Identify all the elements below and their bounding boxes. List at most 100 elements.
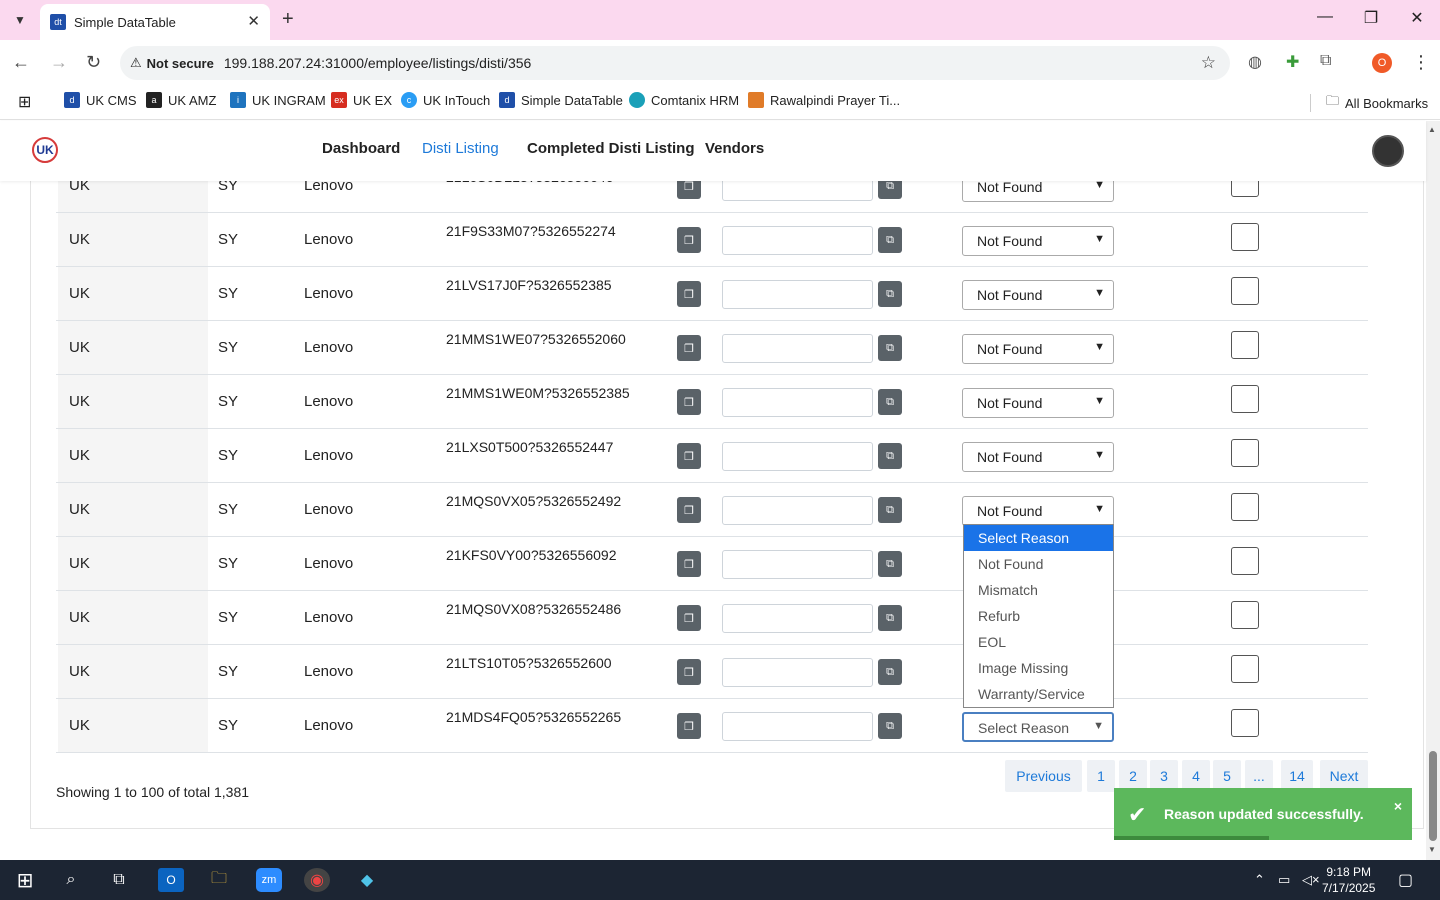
browser-tab[interactable]: dt Simple DataTable ✕ bbox=[40, 4, 270, 40]
browser-menu-icon[interactable]: ⋮ bbox=[1412, 52, 1430, 73]
windows-start-icon[interactable]: ⊞ bbox=[12, 868, 38, 892]
reload-icon[interactable]: ↻ bbox=[86, 52, 101, 73]
new-tab-icon[interactable]: + bbox=[282, 8, 294, 31]
value-input[interactable] bbox=[722, 334, 873, 363]
bookmark-comtanix-hrm[interactable]: Comtanix HRM bbox=[629, 92, 739, 108]
file-explorer-icon[interactable]: 🗀 bbox=[206, 868, 232, 892]
row-checkbox[interactable] bbox=[1231, 709, 1259, 737]
bookmark-uk-amz[interactable]: a UK AMZ bbox=[146, 92, 216, 108]
paste-icon[interactable]: ⧉ bbox=[878, 443, 902, 469]
dropdown-option[interactable]: Refurb bbox=[964, 603, 1113, 629]
value-input[interactable] bbox=[722, 442, 873, 471]
value-input[interactable] bbox=[722, 658, 873, 687]
row-checkbox[interactable] bbox=[1231, 601, 1259, 629]
value-input[interactable] bbox=[722, 280, 873, 309]
page-scrollbar[interactable]: ▲ ▼ bbox=[1426, 121, 1440, 860]
nav-dashboard[interactable]: Dashboard bbox=[322, 140, 400, 157]
restore-icon[interactable]: ❐ bbox=[1356, 8, 1386, 28]
profile-avatar[interactable]: O bbox=[1372, 53, 1392, 73]
bookmark-uk-ingram[interactable]: i UK INGRAM bbox=[230, 92, 326, 108]
copy-sku-icon[interactable]: ❐ bbox=[677, 281, 701, 307]
row-checkbox[interactable] bbox=[1231, 223, 1259, 251]
user-avatar[interactable] bbox=[1372, 135, 1404, 167]
dropdown-option[interactable]: Warranty/Service bbox=[964, 681, 1113, 707]
minimize-icon[interactable]: — bbox=[1310, 8, 1340, 26]
paste-icon[interactable]: ⧉ bbox=[878, 335, 902, 361]
scrollbar-thumb[interactable] bbox=[1429, 751, 1437, 841]
paste-icon[interactable]: ⧉ bbox=[878, 389, 902, 415]
pagination-page-1[interactable]: 1 bbox=[1087, 760, 1115, 792]
reason-select[interactable]: Not Found ▼ bbox=[962, 496, 1114, 526]
scroll-down-icon[interactable]: ▼ bbox=[1428, 845, 1436, 854]
reason-select[interactable]: Not Found ▼ bbox=[962, 280, 1114, 310]
bookmark-uk-ex[interactable]: ex UK EX bbox=[331, 92, 392, 108]
bookmark-uk-intouch[interactable]: c UK InTouch bbox=[401, 92, 490, 108]
bookmark-uk-cms[interactable]: d UK CMS bbox=[64, 92, 137, 108]
row-checkbox[interactable] bbox=[1231, 493, 1259, 521]
back-icon[interactable]: ← bbox=[12, 52, 30, 73]
bookmark-star-icon[interactable]: ☆ bbox=[1201, 53, 1216, 73]
dropdown-option[interactable]: Mismatch bbox=[964, 577, 1113, 603]
copy-sku-icon[interactable]: ❐ bbox=[677, 713, 701, 739]
address-bar[interactable]: ⚠ Not secure 199.188.207.24:31000/employ… bbox=[120, 46, 1230, 80]
dropdown-option[interactable]: EOL bbox=[964, 629, 1113, 655]
not-secure-indicator[interactable]: ⚠ Not secure bbox=[130, 55, 224, 71]
copy-sku-icon[interactable]: ❐ bbox=[677, 605, 701, 631]
reason-select[interactable]: Not Found ▼ bbox=[962, 334, 1114, 364]
tab-search-icon[interactable]: ▼ bbox=[8, 8, 32, 32]
reason-select[interactable]: Not Found ▼ bbox=[962, 226, 1114, 256]
zoom-icon[interactable]: zm bbox=[256, 868, 282, 892]
apps-grid-icon[interactable]: ⊞ bbox=[18, 92, 31, 112]
row-checkbox[interactable] bbox=[1231, 655, 1259, 683]
notifications-icon[interactable]: ▢ bbox=[1398, 870, 1413, 890]
copy-sku-icon[interactable]: ❐ bbox=[677, 389, 701, 415]
reason-select[interactable]: Not Found ▼ bbox=[962, 181, 1114, 202]
volume-muted-icon[interactable]: ◁× bbox=[1302, 872, 1320, 888]
paste-icon[interactable]: ⧉ bbox=[878, 497, 902, 523]
translate-icon[interactable]: ◍ bbox=[1248, 52, 1262, 72]
value-input[interactable] bbox=[722, 550, 873, 579]
nav-disti-listing[interactable]: Disti Listing bbox=[422, 140, 499, 157]
extension-plus-icon[interactable]: ✚ bbox=[1286, 52, 1299, 72]
extensions-puzzle-icon[interactable]: ⧉ bbox=[1320, 52, 1331, 70]
all-bookmarks[interactable]: 🗀 All Bookmarks bbox=[1326, 92, 1428, 114]
value-input[interactable] bbox=[722, 712, 873, 741]
value-input[interactable] bbox=[722, 496, 873, 525]
paste-icon[interactable]: ⧉ bbox=[878, 181, 902, 199]
copy-sku-icon[interactable]: ❐ bbox=[677, 551, 701, 577]
copy-sku-icon[interactable]: ❐ bbox=[677, 227, 701, 253]
paste-icon[interactable]: ⧉ bbox=[878, 551, 902, 577]
pagination-previous[interactable]: Previous bbox=[1005, 760, 1082, 792]
reason-dropdown-list[interactable]: Select Reason Not Found Mismatch Refurb EOL I… bbox=[963, 524, 1114, 708]
row-checkbox[interactable] bbox=[1231, 439, 1259, 467]
chrome-icon[interactable]: ◉ bbox=[304, 868, 330, 892]
value-input[interactable] bbox=[722, 388, 873, 417]
row-checkbox[interactable] bbox=[1231, 385, 1259, 413]
copy-sku-icon[interactable]: ❐ bbox=[677, 659, 701, 685]
tab-close-icon[interactable]: ✕ bbox=[247, 12, 260, 30]
close-window-icon[interactable]: ✕ bbox=[1402, 8, 1432, 28]
reason-select[interactable]: Not Found ▼ bbox=[962, 442, 1114, 472]
taskbar-clock[interactable]: 9:18 PM 7/17/2025 bbox=[1322, 864, 1375, 896]
paste-icon[interactable]: ⧉ bbox=[878, 227, 902, 253]
bookmark-rawalpindi-prayer[interactable]: Rawalpindi Prayer Ti... bbox=[748, 92, 900, 108]
app-diamond-icon[interactable]: ◆ bbox=[354, 868, 380, 892]
search-icon[interactable]: ⌕ bbox=[58, 868, 84, 892]
value-input[interactable] bbox=[722, 604, 873, 633]
paste-icon[interactable]: ⧉ bbox=[878, 281, 902, 307]
toast-close-icon[interactable]: × bbox=[1394, 798, 1402, 814]
nav-vendors[interactable]: Vendors bbox=[705, 140, 764, 157]
value-input[interactable] bbox=[722, 181, 873, 201]
row-checkbox[interactable] bbox=[1231, 547, 1259, 575]
network-icon[interactable]: ▭ bbox=[1278, 872, 1290, 888]
paste-icon[interactable]: ⧉ bbox=[878, 713, 902, 739]
forward-icon[interactable]: → bbox=[50, 52, 68, 73]
paste-icon[interactable]: ⧉ bbox=[878, 605, 902, 631]
value-input[interactable] bbox=[722, 226, 873, 255]
copy-sku-icon[interactable]: ❐ bbox=[677, 443, 701, 469]
task-view-icon[interactable]: ⧉ bbox=[106, 868, 132, 892]
reason-select[interactable]: Not Found ▼ bbox=[962, 388, 1114, 418]
scroll-up-icon[interactable]: ▲ bbox=[1428, 125, 1436, 134]
copy-sku-icon[interactable]: ❐ bbox=[677, 497, 701, 523]
dropdown-option[interactable]: Image Missing bbox=[964, 655, 1113, 681]
